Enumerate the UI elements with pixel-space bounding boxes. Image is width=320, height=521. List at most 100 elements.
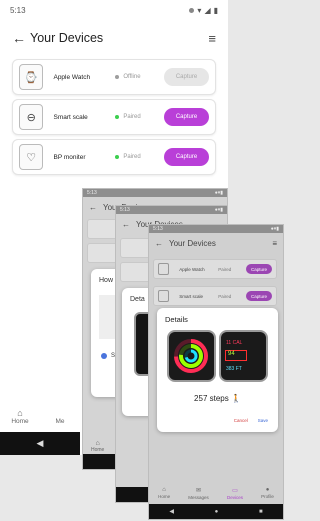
status-label: Offline [123,74,141,80]
activity-rings-icon [174,339,208,373]
distance-value: 383 FT [226,366,242,372]
device-name: Smart scale [179,293,204,299]
app-bar: ← Your Devices ≡ [149,233,283,253]
status-dot [115,115,120,119]
back-arrow-icon[interactable]: ← [89,203,97,212]
steps-text: 257 steps [194,394,229,403]
status-bar: 5:13 ●▾▮ [149,225,283,233]
status-icons: ●▾▮ [214,207,223,213]
save-button[interactable]: Save [258,418,268,423]
watch-icon: ⌚ [19,64,44,90]
back-arrow-icon[interactable]: ← [12,30,30,46]
home-icon: ⌂ [162,487,166,493]
device-card-apple-watch: Apple Watch Paired Capture [153,259,277,279]
status-time: 5:13 [87,190,97,196]
status-bar: 5:13 ●▾▮ [116,206,227,214]
nav-label: Profile [261,494,274,499]
device-status: Paired [115,114,164,120]
activity-rings-watch-image [167,330,216,382]
status-time: 5:13 [120,207,130,213]
system-back-icon[interactable]: ◀ [37,438,44,449]
device-name: Smart scale [53,113,88,121]
devices-icon: ▭ [232,487,238,494]
nav-devices[interactable]: ▭ Devices [227,487,243,500]
signal-icon: ◢ [204,5,211,15]
scale-icon: ⊖ [19,104,44,130]
device-card-smart-scale: Smart scale Paired Capture [153,286,277,306]
page-title: Your Devices [30,31,104,45]
screenshot-page: 5:13 ▾ ◢ ▮ ← Your Devices ≡ ⌚ Apple Watc… [0,0,284,521]
status-icons: ▾ ◢ ▮ [189,6,218,15]
dialog-actions: Cancel Save [234,418,268,423]
nav-messages[interactable]: Me [40,408,80,432]
info-bullet: S [101,353,115,359]
device-status: Offline [115,74,164,80]
status-label: Paired [123,114,141,120]
steps-count: 257 steps 🚶 [157,394,278,403]
status-time: 5:13 [153,226,163,232]
device-name: Apple Watch [179,266,205,272]
menu-icon[interactable]: ≡ [272,239,277,248]
bp-monitor-icon: ♡ [19,144,44,170]
nav-label: Messages [188,494,209,500]
back-arrow-icon[interactable]: ← [122,220,130,229]
page-title: Your Devices [169,238,216,248]
watch-icon [158,263,170,275]
nav-messages-label: Me [55,418,65,425]
walking-icon: 🚶 [230,394,241,403]
capture-button[interactable]: Capture [164,148,209,166]
status-dot [115,155,120,159]
device-card-apple-watch: ⌚ Apple Watch Offline Capture [12,59,216,95]
app-bar: ← Your Devices ≡ [0,20,228,56]
status-bar: 5:13 ●▾▮ [83,189,227,197]
capture-button[interactable]: Capture [246,264,272,274]
status-time: 5:13 [10,5,26,15]
nav-home-label: Home [11,418,29,425]
capture-button[interactable]: Capture [246,291,272,301]
notification-icon [189,7,195,13]
bottom-nav: ⌂ Home ✉ Messages ▭ Devices ● Profile [149,482,283,504]
device-name: Apple Watch [53,73,91,81]
menu-icon[interactable]: ≡ [208,31,216,46]
nav-home[interactable]: ⌂ Home [0,408,40,432]
device-status: Paired [218,266,232,272]
dialog-title: Deta [130,296,145,303]
bottom-nav: ⌂ Home Me [0,408,80,432]
cancel-button[interactable]: Cancel [234,418,248,423]
home-icon: ⌂ [95,440,100,447]
system-nav-bar: ◀ [0,432,80,455]
device-status: Paired [218,293,232,299]
info-icon [101,353,107,359]
nav-messages[interactable]: ✉ Messages [188,487,209,500]
system-back-icon[interactable]: ◀ [169,508,174,515]
nav-home[interactable]: ⌂ Home [158,487,170,499]
device-card-bp-monitor: ♡ BP moniter Paired Capture [12,139,216,175]
system-nav-bar: ◀ ● ■ [149,504,283,519]
status-icons: ●▾▮ [270,226,279,232]
capture-button[interactable]: Capture [164,108,209,126]
device-name: BP moniter [53,153,86,161]
scale-icon [158,290,170,302]
back-arrow-icon[interactable]: ← [155,239,163,248]
details-dialog: Details 11 CAL 94 383 FT 257 steps 🚶 Can… [157,308,278,432]
device-status: Paired [115,154,164,160]
capture-button[interactable]: Capture [164,68,209,86]
message-icon: ✉ [196,487,202,494]
nav-profile[interactable]: ● Profile [261,487,274,499]
system-home-icon[interactable]: ● [215,509,219,515]
nav-label: Home [158,494,171,499]
message-icon [59,408,62,418]
nav-home-label: Home [91,447,105,453]
home-icon: ⌂ [17,408,23,418]
wifi-icon: ▾ [197,5,202,15]
device-card-smart-scale: ⊖ Smart scale Paired Capture [12,99,216,135]
status-bar: 5:13 ▾ ◢ ▮ [0,0,228,20]
dialog-title: Details [165,315,188,324]
status-label: Paired [123,154,141,160]
status-dot [115,75,120,79]
system-recents-icon[interactable]: ■ [259,509,263,515]
status-icons: ●▾▮ [214,190,223,196]
nav-home[interactable]: ⌂ Home [91,440,104,453]
profile-icon: ● [265,487,270,493]
exercise-value: 94 [225,350,247,361]
